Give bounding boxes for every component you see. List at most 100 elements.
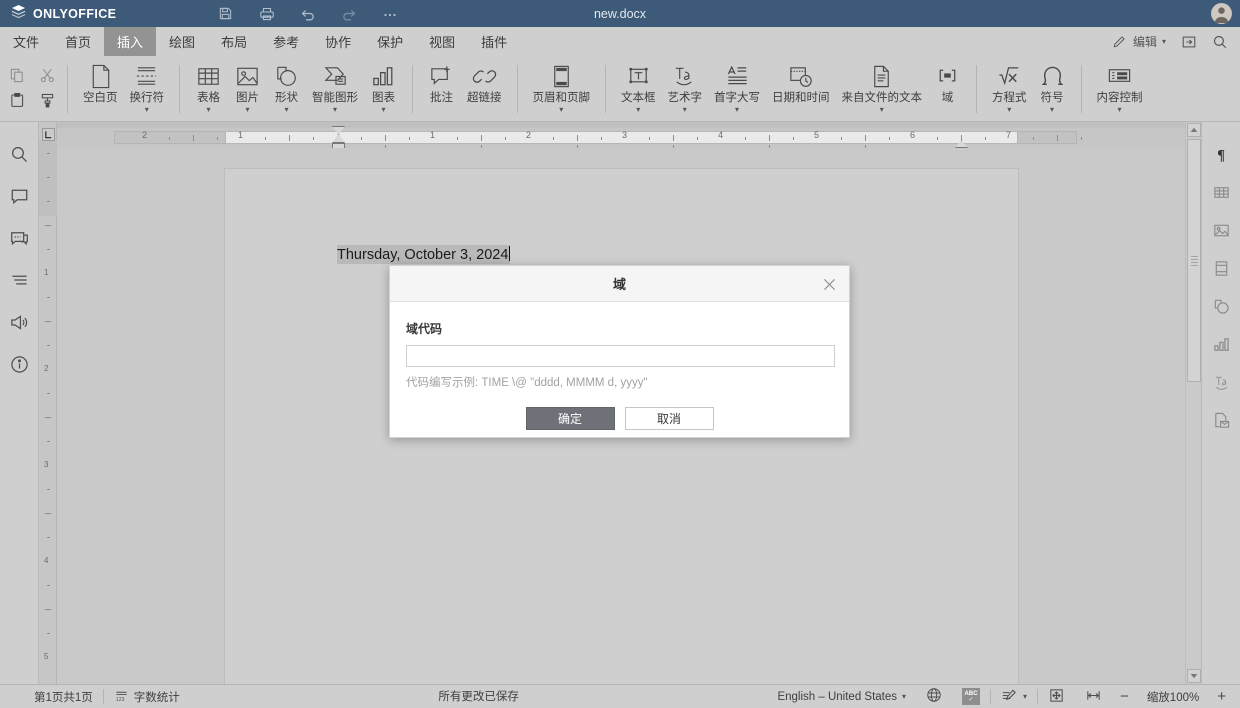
close-icon[interactable] bbox=[819, 274, 839, 294]
fit-width-button[interactable] bbox=[1075, 685, 1112, 708]
scroll-up-icon[interactable] bbox=[1187, 123, 1201, 137]
tab-protection[interactable]: 保护 bbox=[364, 27, 416, 56]
scroll-down-icon[interactable] bbox=[1187, 669, 1201, 683]
ribbon-label: 方程式 bbox=[992, 92, 1027, 104]
document-text-line[interactable]: Thursday, October 3, 2024 bbox=[337, 245, 511, 264]
zoom-out-button[interactable]: − bbox=[1112, 688, 1137, 705]
text-from-file-icon bbox=[868, 61, 895, 91]
tab-references[interactable]: 参考 bbox=[260, 27, 312, 56]
ribbon-button-header-footer[interactable]: 页眉和页脚 ▾ bbox=[527, 56, 597, 114]
edit-mode-selector[interactable]: 编辑 ▾ bbox=[1111, 33, 1166, 50]
textart-settings-icon[interactable] bbox=[1209, 370, 1233, 394]
avatar[interactable] bbox=[1211, 3, 1232, 24]
shapes-icon bbox=[273, 61, 300, 91]
search-icon[interactable] bbox=[1211, 33, 1228, 50]
tab-home[interactable]: 首页 bbox=[52, 27, 104, 56]
paragraph-marks-icon[interactable]: ¶ bbox=[1209, 142, 1233, 166]
more-icon[interactable] bbox=[380, 4, 399, 23]
zoom-level[interactable]: 缩放100% bbox=[1137, 685, 1209, 708]
ribbon-button-comment[interactable]: 批注 bbox=[422, 56, 461, 105]
field-code-input[interactable] bbox=[406, 345, 835, 367]
scrollbar-thumb[interactable] bbox=[1187, 139, 1201, 382]
search-icon[interactable] bbox=[7, 142, 31, 166]
ruler-number: 5 bbox=[44, 652, 49, 661]
paste-icon[interactable] bbox=[6, 89, 28, 111]
ribbon-button-table[interactable]: 表格 ▾ bbox=[189, 56, 228, 114]
cut-icon[interactable] bbox=[36, 64, 58, 86]
undo-icon[interactable] bbox=[298, 4, 317, 23]
word-count[interactable]: 123 字数统计 bbox=[104, 685, 190, 708]
ruler-tick bbox=[45, 609, 51, 610]
chat-icon[interactable] bbox=[7, 226, 31, 250]
mail-merge-icon[interactable] bbox=[1209, 408, 1233, 432]
ok-button[interactable]: 确定 bbox=[525, 407, 615, 430]
set-language-button[interactable] bbox=[916, 685, 952, 708]
about-icon[interactable] bbox=[7, 352, 31, 376]
ribbon-button-text-from-file[interactable]: 来自文件的文本 ▾ bbox=[836, 56, 929, 114]
track-changes-button[interactable]: ▾ bbox=[991, 685, 1037, 708]
ribbon-button-textbox[interactable]: 文本框 ▾ bbox=[615, 56, 662, 114]
ribbon-button-date-time[interactable]: 日期和时间 bbox=[766, 56, 836, 105]
header-footer-settings-icon[interactable] bbox=[1209, 256, 1233, 280]
edit-mode-label: 编辑 bbox=[1132, 35, 1157, 49]
shape-settings-icon[interactable] bbox=[1209, 294, 1233, 318]
document-language[interactable]: English – United States ▾ bbox=[767, 685, 916, 708]
image-settings-icon[interactable] bbox=[1209, 218, 1233, 242]
comments-icon[interactable] bbox=[7, 184, 31, 208]
ribbon-button-symbol[interactable]: 符号 ▾ bbox=[1033, 56, 1072, 114]
chart-settings-icon[interactable] bbox=[1209, 332, 1233, 356]
tab-collaboration[interactable]: 协作 bbox=[312, 27, 364, 56]
tab-file[interactable]: 文件 bbox=[0, 27, 52, 56]
ribbon-button-shapes[interactable]: 形状 ▾ bbox=[267, 56, 306, 114]
tab-insert[interactable]: 插入 bbox=[104, 27, 157, 56]
feedback-icon[interactable] bbox=[7, 310, 31, 334]
tab-view[interactable]: 视图 bbox=[416, 27, 468, 56]
zoom-in-button[interactable]: + bbox=[1209, 688, 1240, 705]
print-icon[interactable] bbox=[257, 4, 276, 23]
spellcheck-toggle[interactable]: ABC ✓ bbox=[952, 685, 990, 708]
dialog-header: 域 bbox=[390, 266, 849, 302]
ribbon-label: 图片 bbox=[236, 92, 259, 104]
symbol-icon bbox=[1039, 61, 1066, 91]
ribbon-button-picture[interactable]: 图片 ▾ bbox=[228, 56, 267, 114]
ribbon-button-blank-page[interactable]: 空白页 bbox=[77, 56, 124, 105]
ribbon-button-chart[interactable]: 图表 ▾ bbox=[364, 56, 403, 114]
page-count[interactable]: 第1页共1页 bbox=[0, 685, 103, 708]
open-file-location-icon[interactable] bbox=[1180, 33, 1197, 50]
ruler-tick bbox=[45, 513, 51, 514]
ribbon-label: 域 bbox=[941, 92, 954, 104]
fit-page-button[interactable] bbox=[1038, 685, 1075, 708]
save-icon[interactable] bbox=[216, 4, 235, 23]
ribbon-button-page-break[interactable]: 换行符 ▾ bbox=[124, 56, 171, 114]
ruler-number: 4 bbox=[44, 556, 49, 565]
headings-icon[interactable] bbox=[7, 268, 31, 292]
tab-stop-selector[interactable] bbox=[42, 128, 55, 141]
svg-text:¶: ¶ bbox=[1217, 147, 1225, 163]
ribbon-button-smartart[interactable]: 智能图形 ▾ bbox=[306, 56, 364, 114]
tab-plugins[interactable]: 插件 bbox=[468, 27, 520, 56]
ruler-tick bbox=[1081, 136, 1082, 140]
ribbon-button-field[interactable]: 域 bbox=[928, 56, 967, 105]
cancel-button[interactable]: 取消 bbox=[624, 407, 714, 430]
ribbon-button-dropcap[interactable]: 首字大写 ▾ bbox=[708, 56, 766, 114]
brand: ONLYOFFICE bbox=[0, 4, 200, 24]
ribbon-button-content-control[interactable]: 内容控制 ▾ bbox=[1091, 56, 1149, 114]
horizontal-ruler[interactable]: 2 1 1 2 3 4 5 6 7 bbox=[57, 128, 1185, 148]
ruler-tick bbox=[481, 135, 482, 141]
ruler-tick bbox=[47, 177, 50, 178]
vertical-scrollbar[interactable] bbox=[1185, 122, 1201, 684]
ribbon-button-wordart[interactable]: 艺术字 ▾ bbox=[662, 56, 709, 114]
ribbon-button-hyperlink[interactable]: 超链接 bbox=[461, 56, 508, 105]
ribbon-divider bbox=[605, 65, 606, 113]
redo-icon[interactable] bbox=[339, 4, 358, 23]
tab-draw[interactable]: 绘图 bbox=[156, 27, 208, 56]
ruler-tick bbox=[673, 135, 674, 141]
table-settings-icon[interactable] bbox=[1209, 180, 1233, 204]
ruler-tick bbox=[889, 136, 890, 140]
ribbon-button-equation[interactable]: 方程式 ▾ bbox=[986, 56, 1033, 114]
dropcap-icon bbox=[724, 61, 751, 91]
copy-icon[interactable] bbox=[6, 64, 28, 86]
tab-layout[interactable]: 布局 bbox=[208, 27, 260, 56]
vertical-ruler[interactable]: 1 2 3 4 5 bbox=[39, 122, 57, 684]
format-painter-icon[interactable] bbox=[36, 89, 58, 111]
